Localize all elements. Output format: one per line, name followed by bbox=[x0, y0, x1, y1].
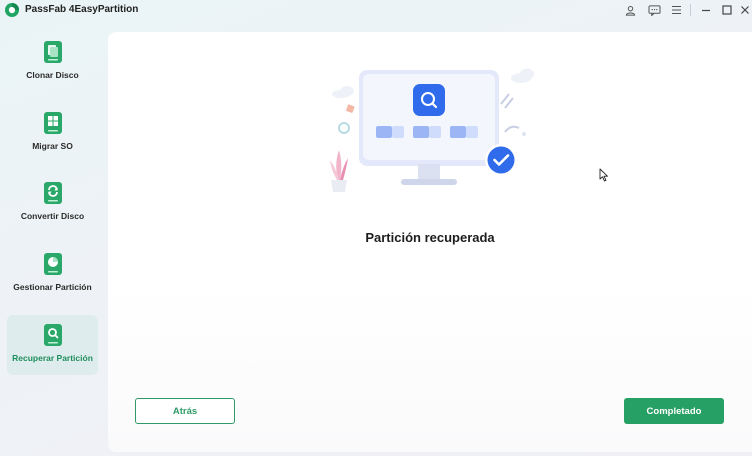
minimize-icon[interactable] bbox=[697, 2, 715, 18]
sidebar-item-label: Convertir Disco bbox=[20, 211, 85, 221]
app-title: PassFab 4EasyPartition bbox=[25, 4, 139, 15]
titlebar-separator bbox=[690, 4, 691, 16]
sidebar-item-convertir-disco[interactable]: Convertir Disco bbox=[7, 173, 98, 233]
sidebar-item-label: Clonar Disco bbox=[26, 70, 79, 80]
status-message: Partición recuperada bbox=[365, 230, 495, 245]
clone-disk-icon bbox=[43, 41, 62, 63]
back-button[interactable]: Atrás bbox=[135, 398, 235, 424]
title-bar: PassFab 4EasyPartition bbox=[0, 0, 752, 22]
mouse-cursor-icon bbox=[599, 168, 608, 182]
recovery-complete-illustration bbox=[330, 68, 534, 192]
recover-partition-icon bbox=[43, 324, 62, 346]
app-logo-icon bbox=[5, 3, 19, 17]
sidebar-item-label: Recuperar Partición bbox=[12, 353, 93, 363]
feedback-icon[interactable] bbox=[645, 2, 663, 18]
sidebar-item-clonar-disco[interactable]: Clonar Disco bbox=[7, 32, 98, 92]
migrate-os-icon bbox=[43, 112, 62, 134]
maximize-icon[interactable] bbox=[718, 2, 736, 18]
menu-icon[interactable] bbox=[667, 2, 685, 18]
sidebar-item-recuperar-particion[interactable]: Recuperar Partición bbox=[7, 315, 98, 375]
close-icon[interactable] bbox=[736, 2, 752, 18]
sidebar-item-label: Migrar SO bbox=[32, 141, 73, 151]
manage-partition-icon bbox=[43, 253, 62, 275]
convert-disk-icon bbox=[43, 182, 62, 204]
main-panel: Partición recuperada Atrás Completado bbox=[108, 32, 752, 452]
done-button[interactable]: Completado bbox=[624, 398, 724, 424]
sidebar-item-gestionar-particion[interactable]: Gestionar Partición bbox=[7, 244, 98, 304]
sidebar: Clonar Disco Migrar SO Convertir Disco G… bbox=[0, 30, 106, 450]
sidebar-item-migrar-so[interactable]: Migrar SO bbox=[7, 103, 98, 163]
user-icon[interactable] bbox=[621, 2, 639, 18]
sidebar-item-label: Gestionar Partición bbox=[13, 282, 92, 292]
